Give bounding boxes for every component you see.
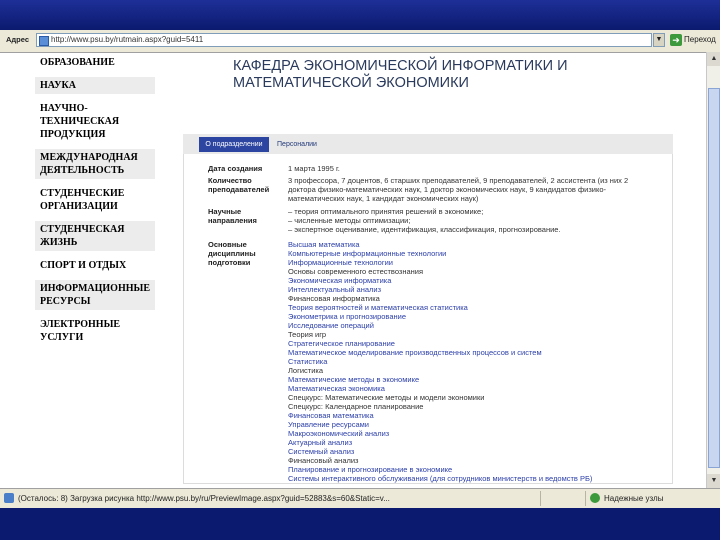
scroll-up-arrow-icon[interactable]: ▲: [707, 52, 720, 66]
department-info-panel: Дата создания 1 марта 1995 г. Количество…: [183, 154, 673, 484]
sidebar-item-international[interactable]: Международная деятельность: [35, 149, 155, 179]
slide-header-band: [0, 0, 720, 30]
loading-page-icon: [4, 493, 14, 503]
url-text: http://www.psu.by/rutmain.aspx?guid=5411: [51, 35, 204, 44]
discipline-item[interactable]: Эконометрика и прогнозирование: [288, 312, 668, 321]
discipline-item: Спецкурс: Календарное планирование: [288, 402, 424, 411]
discipline-item[interactable]: Высшая математика: [288, 240, 668, 249]
status-bar: (Осталось: 8) Загрузка рисунка http://ww…: [0, 488, 720, 508]
discipline-item[interactable]: Математическое моделирование производств…: [288, 348, 668, 357]
address-input[interactable]: http://www.psu.by/rutmain.aspx?guid=5411: [36, 33, 652, 47]
trusted-zone-icon: [590, 493, 600, 503]
sidebar-item-research-products[interactable]: Научно-техническая продукция: [35, 100, 155, 143]
page-title: Кафедра экономической информатики и мате…: [233, 58, 653, 92]
sidebar-item-e-services[interactable]: Электронные услуги: [35, 316, 155, 346]
founded-value: 1 марта 1995 г.: [288, 164, 340, 173]
go-button-label[interactable]: Переход: [684, 35, 716, 44]
discipline-item[interactable]: Компьютерные информационные технологии: [288, 249, 668, 258]
research-label-line-1: Научные: [208, 207, 242, 216]
sidebar-nav: Образование Наука Научно-техническая про…: [35, 54, 155, 352]
page-icon: [39, 36, 49, 46]
status-divider: [540, 491, 541, 506]
disciplines-label-line-2: дисциплины: [208, 249, 256, 258]
go-arrow-icon[interactable]: ➜: [670, 34, 682, 46]
discipline-item: Спецкурс: Математические методы и модели…: [288, 393, 485, 402]
sidebar-item-student-life[interactable]: Студенческая жизнь: [35, 221, 155, 251]
discipline-item[interactable]: Системный анализ: [288, 447, 668, 456]
discipline-item[interactable]: Математические методы в экономике: [288, 375, 668, 384]
discipline-item[interactable]: Статистика: [288, 357, 668, 366]
discipline-item[interactable]: Актуарный анализ: [288, 438, 668, 447]
tab-bar: О подразделении Персоналии: [183, 134, 673, 154]
sidebar-item-student-organizations[interactable]: Студенческие организации: [35, 185, 155, 215]
staff-label-line-2: преподавателей: [208, 185, 270, 194]
address-dropdown-button[interactable]: ▼: [653, 33, 665, 47]
discipline-item[interactable]: Интеллектуальный анализ: [288, 285, 668, 294]
discipline-item[interactable]: Стратегическое планирование: [288, 339, 668, 348]
staff-value-line-3: математических наук, 1 кандидат экономич…: [288, 194, 479, 203]
page-title-line-1: Кафедра экономической информатики и: [233, 58, 568, 74]
staff-value: 3 профессора, 7 доцентов, 6 старших преп…: [288, 176, 658, 203]
research-label-line-2: направления: [208, 216, 257, 225]
staff-value-line-1: 3 профессора, 7 доцентов, 6 старших преп…: [288, 176, 629, 185]
discipline-item[interactable]: Информационные технологии: [288, 258, 668, 267]
discipline-item: Логистика: [288, 366, 324, 375]
scroll-thumb[interactable]: [708, 88, 720, 468]
disciplines-list: Высшая математика Компьютерные информацио…: [288, 240, 668, 483]
status-text: (Осталось: 8) Загрузка рисунка http://ww…: [18, 494, 390, 503]
address-label: Адрес: [6, 35, 30, 44]
sidebar-item-education[interactable]: Образование: [35, 54, 155, 71]
discipline-item[interactable]: Системы интерактивного обслуживания (для…: [288, 474, 668, 483]
sidebar-item-info-resources[interactable]: Информационные ресурсы: [35, 280, 155, 310]
founded-label: Дата создания: [208, 164, 263, 173]
tab-about[interactable]: О подразделении: [199, 137, 269, 152]
staff-label: Количество преподавателей: [208, 176, 269, 194]
address-bar: Адрес http://www.psu.by/rutmain.aspx?gui…: [0, 30, 720, 53]
scroll-down-arrow-icon[interactable]: ▼: [707, 474, 720, 488]
discipline-item[interactable]: Управление ресурсами: [288, 420, 668, 429]
browser-window: Адрес http://www.psu.by/rutmain.aspx?gui…: [0, 30, 720, 508]
research-value-line-2: – численные методы оптимизации;: [288, 216, 411, 225]
vertical-scrollbar[interactable]: ▲ ▼: [706, 52, 720, 488]
research-value: – теория оптимального принятия решений в…: [288, 207, 658, 234]
sidebar-item-science[interactable]: Наука: [35, 77, 155, 94]
disciplines-label-line-1: Основные: [208, 240, 247, 249]
discipline-item[interactable]: Математическая экономика: [288, 384, 668, 393]
disciplines-label: Основные дисциплины подготовки: [208, 240, 256, 267]
staff-label-line-1: Количество: [208, 176, 252, 185]
discipline-item: Финансовый анализ: [288, 456, 359, 465]
status-divider: [585, 491, 586, 506]
discipline-item[interactable]: Исследование операций: [288, 321, 668, 330]
discipline-item[interactable]: Планирование и прогнозирование в экономи…: [288, 465, 668, 474]
zone-label: Надежные узлы: [604, 494, 664, 503]
discipline-item: Основы современного естествознания: [288, 267, 424, 276]
discipline-item[interactable]: Макроэкономический анализ: [288, 429, 668, 438]
research-label: Научные направления: [208, 207, 257, 225]
research-value-line-3: – экспертное оценивание, идентификация, …: [288, 225, 561, 234]
research-value-line-1: – теория оптимального принятия решений в…: [288, 207, 484, 216]
staff-value-line-2: доктора физико-математических наук, 1 до…: [288, 185, 607, 194]
page-title-line-2: математической экономики: [233, 75, 469, 91]
discipline-item: Финансовая информатика: [288, 294, 380, 303]
sidebar-item-sport[interactable]: Спорт и отдых: [35, 257, 155, 274]
disciplines-label-line-3: подготовки: [208, 258, 251, 267]
discipline-item: Теория игр: [288, 330, 327, 339]
tab-personnel[interactable]: Персоналии: [273, 137, 321, 152]
discipline-item[interactable]: Экономическая информатика: [288, 276, 668, 285]
discipline-item[interactable]: Теория вероятностей и математическая ста…: [288, 303, 668, 312]
discipline-item[interactable]: Финансовая математика: [288, 411, 668, 420]
